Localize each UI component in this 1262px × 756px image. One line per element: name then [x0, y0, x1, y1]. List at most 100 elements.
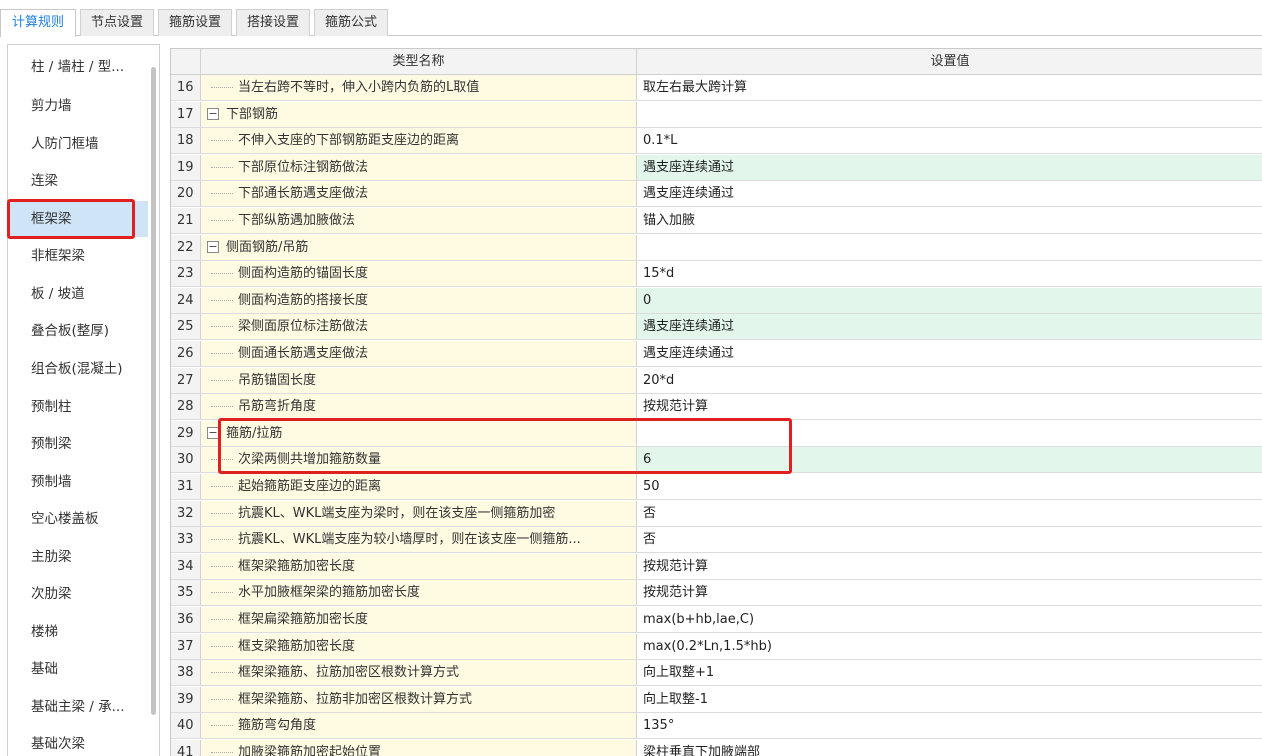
setting-value-cell[interactable]: 按规范计算 — [637, 580, 1262, 605]
row-number: 21 — [171, 208, 201, 233]
sidebar-item[interactable]: 基础 — [8, 651, 148, 687]
tab-node-settings[interactable]: 节点设置 — [80, 9, 154, 36]
sidebar-item[interactable]: 柱 / 墙柱 / 型... — [8, 49, 148, 85]
sidebar-item[interactable]: 主肋梁 — [8, 539, 148, 575]
table-row[interactable]: 18 不伸入支座的下部钢筋距支座边的距离 0.1*L — [171, 128, 1262, 154]
setting-name-cell: 框架梁箍筋、拉筋加密区根数计算方式 — [201, 660, 637, 685]
row-number: 27 — [171, 368, 201, 393]
rule-tabs: 计算规则 节点设置 箍筋设置 搭接设置 箍筋公式 — [0, 0, 1262, 37]
table-row[interactable]: 22− 侧面钢筋/吊筋 — [171, 235, 1262, 261]
selection-annotation-box — [7, 199, 135, 239]
collapse-icon[interactable]: − — [207, 108, 219, 120]
setting-value-cell[interactable]: 遇支座连续通过 — [637, 314, 1262, 339]
sidebar-item[interactable]: 预制柱 — [8, 389, 148, 425]
row-number: 36 — [171, 607, 201, 632]
table-row[interactable]: 37 框支梁箍筋加密长度 max(0.2*Ln,1.5*hb) — [171, 634, 1262, 660]
sidebar-item[interactable]: 预制墙 — [8, 464, 148, 500]
sidebar-item[interactable]: 组合板(混凝土) — [8, 351, 148, 387]
sidebar-item[interactable]: 基础主梁 / 承... — [8, 689, 148, 725]
setting-value-cell[interactable]: 向上取整+1 — [637, 660, 1262, 685]
table-row[interactable]: 25 梁侧面原位标注筋做法 遇支座连续通过 — [171, 314, 1262, 340]
table-row[interactable]: 24 侧面构造筋的搭接长度 0 — [171, 288, 1262, 314]
tab-stirrup-formula[interactable]: 箍筋公式 — [314, 9, 388, 36]
sidebar-item[interactable]: 人防门框墙 — [8, 126, 148, 162]
tree-connector — [211, 380, 233, 381]
setting-name-cell: 下部通长筋遇支座做法 — [201, 181, 637, 206]
table-row[interactable]: 20 下部通长筋遇支座做法 遇支座连续通过 — [171, 181, 1262, 207]
setting-name-cell: 水平加腋框架梁的箍筋加密长度 — [201, 580, 637, 605]
sidebar-item[interactable]: 基础次梁 — [8, 726, 148, 756]
row-number: 22 — [171, 235, 201, 260]
sidebar-item[interactable]: 连梁 — [8, 163, 148, 199]
tree-connector — [211, 140, 233, 141]
setting-value-cell[interactable]: 锚入加腋 — [637, 208, 1262, 233]
setting-value-cell[interactable]: 0.1*L — [637, 128, 1262, 153]
table-header: 类型名称 设置值 — [171, 49, 1262, 75]
setting-value-cell[interactable]: 按规范计算 — [637, 554, 1262, 579]
table-row[interactable]: 21 下部纵筋遇加腋做法 锚入加腋 — [171, 208, 1262, 234]
setting-value-cell[interactable]: 15*d — [637, 261, 1262, 286]
sidebar-scrollbar[interactable] — [151, 67, 156, 715]
setting-value-cell[interactable]: max(0.2*Ln,1.5*hb) — [637, 634, 1262, 659]
table-row[interactable]: 19 下部原位标注钢筋做法 遇支座连续通过 — [171, 155, 1262, 181]
setting-value-cell[interactable]: 0 — [637, 288, 1262, 313]
row-number: 16 — [171, 75, 201, 100]
setting-value-cell[interactable]: 否 — [637, 527, 1262, 552]
table-row[interactable]: 16 当左右跨不等时，伸入小跨内负筋的L取值 取左右最大跨计算 — [171, 75, 1262, 101]
sidebar-item[interactable]: 空心楼盖板 — [8, 501, 148, 537]
sidebar-item[interactable]: 板 / 坡道 — [8, 276, 148, 312]
table-row[interactable]: 40 箍筋弯勾角度 135° — [171, 713, 1262, 739]
table-row[interactable]: 32 抗震KL、WKL端支座为梁时，则在该支座一侧箍筋加密 否 — [171, 501, 1262, 527]
setting-name-text: 吊筋弯折角度 — [238, 399, 317, 414]
table-row[interactable]: 34 框架梁箍筋加密长度 按规范计算 — [171, 554, 1262, 580]
setting-value-cell[interactable]: 梁柱垂直下加腋端部 — [637, 740, 1262, 756]
setting-value-cell[interactable]: 遇支座连续通过 — [637, 341, 1262, 366]
sidebar-item[interactable]: 叠合板(整厚) — [8, 313, 148, 349]
table-row[interactable]: 35 水平加腋框架梁的箍筋加密长度 按规范计算 — [171, 580, 1262, 606]
tab-stirrup-settings[interactable]: 箍筋设置 — [158, 9, 232, 36]
table-row[interactable]: 23 侧面构造筋的锚固长度 15*d — [171, 261, 1262, 287]
column-header-name[interactable]: 类型名称 — [201, 49, 637, 74]
table-row[interactable]: 33 抗震KL、WKL端支座为较小墙厚时，则在该支座一侧箍筋... 否 — [171, 527, 1262, 553]
setting-value-cell[interactable]: 按规范计算 — [637, 394, 1262, 419]
sidebar-item[interactable]: 剪力墙 — [8, 88, 148, 124]
row-number: 29 — [171, 421, 201, 446]
tree-connector — [211, 539, 233, 540]
sidebar-item[interactable]: 非框架梁 — [8, 238, 148, 274]
sidebar-item[interactable]: 楼梯 — [8, 614, 148, 650]
setting-value-cell[interactable]: 20*d — [637, 368, 1262, 393]
tree-connector — [211, 646, 233, 647]
tree-connector — [211, 220, 233, 221]
sidebar-item[interactable]: 预制梁 — [8, 426, 148, 462]
table-row[interactable]: 26 侧面通长筋遇支座做法 遇支座连续通过 — [171, 341, 1262, 367]
setting-value-cell[interactable]: 135° — [637, 713, 1262, 738]
collapse-icon[interactable]: − — [207, 241, 219, 253]
setting-name-cell: 框架梁箍筋加密长度 — [201, 554, 637, 579]
column-header-value[interactable]: 设置值 — [637, 49, 1262, 74]
table-row[interactable]: 31 起始箍筋距支座边的距离 50 — [171, 474, 1262, 500]
table-row[interactable]: 38 框架梁箍筋、拉筋加密区根数计算方式 向上取整+1 — [171, 660, 1262, 686]
table-row[interactable]: 28 吊筋弯折角度 按规范计算 — [171, 394, 1262, 420]
setting-value-cell[interactable]: 50 — [637, 474, 1262, 499]
table-row[interactable]: 36 框架扁梁箍筋加密长度 max(b+hb,lae,C) — [171, 607, 1262, 633]
setting-name-cell: 不伸入支座的下部钢筋距支座边的距离 — [201, 128, 637, 153]
row-number: 26 — [171, 341, 201, 366]
setting-name-cell: 加腋梁箍筋加密起始位置 — [201, 740, 637, 756]
tab-calc-rules[interactable]: 计算规则 — [0, 9, 76, 37]
setting-value-cell[interactable]: max(b+hb,lae,C) — [637, 607, 1262, 632]
setting-value-cell[interactable]: 取左右最大跨计算 — [637, 75, 1262, 100]
table-row[interactable]: 41 加腋梁箍筋加密起始位置 梁柱垂直下加腋端部 — [171, 740, 1262, 756]
table-row[interactable]: 27 吊筋锚固长度 20*d — [171, 368, 1262, 394]
row-annotation-box — [218, 418, 792, 474]
setting-value-cell[interactable]: 遇支座连续通过 — [637, 181, 1262, 206]
sidebar-item[interactable]: 次肋梁 — [8, 576, 148, 612]
setting-value-cell[interactable]: 向上取整-1 — [637, 687, 1262, 712]
row-number: 32 — [171, 501, 201, 526]
setting-value-cell[interactable]: 否 — [637, 501, 1262, 526]
tab-lap-settings[interactable]: 搭接设置 — [236, 9, 310, 36]
table-row[interactable]: 39 框架梁箍筋、拉筋非加密区根数计算方式 向上取整-1 — [171, 687, 1262, 713]
setting-value-cell[interactable]: 遇支座连续通过 — [637, 155, 1262, 180]
setting-name-cell: 侧面构造筋的锚固长度 — [201, 261, 637, 286]
table-row[interactable]: 17− 下部钢筋 — [171, 102, 1262, 128]
setting-name-text: 侧面构造筋的搭接长度 — [238, 293, 369, 308]
